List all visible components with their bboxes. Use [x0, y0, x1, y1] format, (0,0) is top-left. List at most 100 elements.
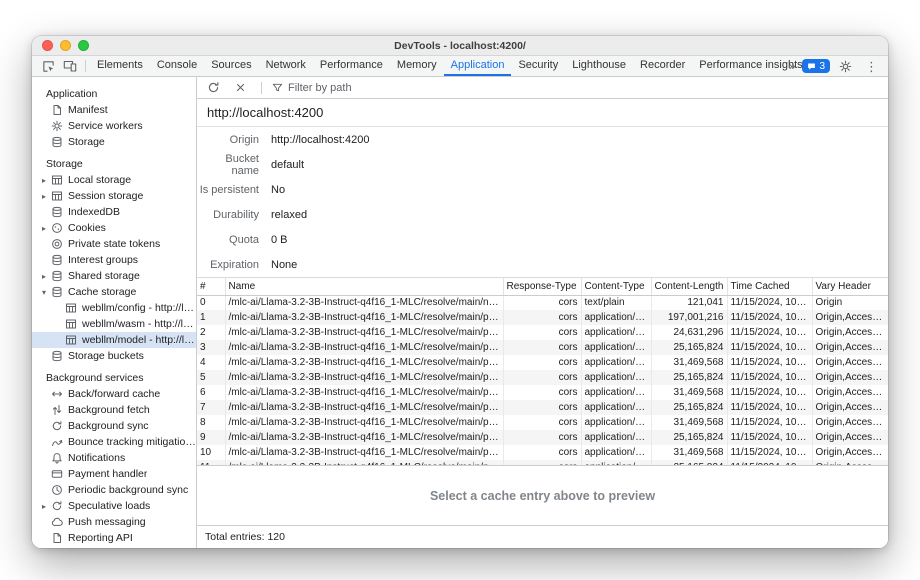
- cache-origin-title: http://localhost:4200: [197, 99, 888, 127]
- meta-value: No: [271, 184, 285, 196]
- column-header-content-length[interactable]: Content-Length: [651, 278, 727, 295]
- cell: /mlc-ai/Llama-3.2-3B-Instruct-q4f16_1-ML…: [225, 355, 503, 370]
- cache-entry-row[interactable]: 5/mlc-ai/Llama-3.2-3B-Instruct-q4f16_1-M…: [197, 370, 888, 385]
- cell: cors: [503, 325, 581, 340]
- sidebar-item-bounce-tracking-mitigations[interactable]: Bounce tracking mitigations: [32, 434, 196, 450]
- sidebar-item-label: Background fetch: [68, 404, 150, 416]
- expander-collapsed-icon[interactable]: ▸: [42, 192, 51, 201]
- cache-entry-row[interactable]: 1/mlc-ai/Llama-3.2-3B-Instruct-q4f16_1-M…: [197, 310, 888, 325]
- cache-entries-table: #NameResponse-TypeContent-TypeContent-Le…: [197, 278, 888, 465]
- cell: 8: [197, 415, 225, 430]
- cache-entries-grid: #NameResponse-TypeContent-TypeContent-Le…: [197, 277, 888, 465]
- sidebar-item-interest-groups[interactable]: Interest groups: [32, 252, 196, 268]
- cell: 24,631,296: [651, 325, 727, 340]
- sidebar-item-reporting-api[interactable]: Reporting API: [32, 530, 196, 546]
- cache-entry-row[interactable]: 4/mlc-ai/Llama-3.2-3B-Instruct-q4f16_1-M…: [197, 355, 888, 370]
- column-header-name[interactable]: Name: [225, 278, 503, 295]
- sidebar-item-label: Notifications: [68, 452, 125, 464]
- sidebar-item-notifications[interactable]: Notifications: [32, 450, 196, 466]
- sidebar-item-speculative-loads[interactable]: ▸Speculative loads: [32, 498, 196, 514]
- tab-console[interactable]: Console: [150, 56, 204, 76]
- tab-recorder[interactable]: Recorder: [633, 56, 692, 76]
- expander-collapsed-icon[interactable]: ▸: [42, 272, 51, 281]
- tab-security[interactable]: Security: [511, 56, 565, 76]
- column-header-vary-header[interactable]: Vary Header: [812, 278, 888, 295]
- kebab-menu-icon[interactable]: ⋮: [861, 60, 882, 73]
- sidebar-item-webllm-model-http-loc[interactable]: webllm/model - http://loc…: [32, 332, 196, 348]
- column-header-content-type[interactable]: Content-Type: [581, 278, 651, 295]
- tab-sources[interactable]: Sources: [204, 56, 258, 76]
- cache-entry-row[interactable]: 10/mlc-ai/Llama-3.2-3B-Instruct-q4f16_1-…: [197, 445, 888, 460]
- tab-label: Lighthouse: [572, 59, 626, 71]
- cache-entry-row[interactable]: 2/mlc-ai/Llama-3.2-3B-Instruct-q4f16_1-M…: [197, 325, 888, 340]
- sidebar-item-webllm-wasm-http-loca[interactable]: webllm/wasm - http://loca…: [32, 316, 196, 332]
- issues-badge[interactable]: 3: [802, 59, 830, 73]
- sidebar-item-push-messaging[interactable]: Push messaging: [32, 514, 196, 530]
- more-tabs-button[interactable]: »: [787, 59, 798, 73]
- sidebar-item-background-fetch[interactable]: Background fetch: [32, 402, 196, 418]
- close-button[interactable]: [42, 40, 53, 51]
- sidebar-item-background-sync[interactable]: Background sync: [32, 418, 196, 434]
- column-header-num[interactable]: #: [197, 278, 225, 295]
- sidebar-item-manifest[interactable]: Manifest: [32, 102, 196, 118]
- sidebar-item-service-workers[interactable]: Service workers: [32, 118, 196, 134]
- cache-metadata: Originhttp://localhost:4200Bucket namede…: [197, 127, 888, 277]
- cache-entry-row[interactable]: 7/mlc-ai/Llama-3.2-3B-Instruct-q4f16_1-M…: [197, 400, 888, 415]
- sidebar-item-label: Interest groups: [68, 254, 138, 266]
- tab-label: Console: [157, 59, 197, 71]
- inspect-element-button[interactable]: [38, 56, 59, 76]
- expander-expanded-icon[interactable]: ▾: [42, 288, 51, 297]
- minimize-button[interactable]: [60, 40, 71, 51]
- cache-entry-row[interactable]: 6/mlc-ai/Llama-3.2-3B-Instruct-q4f16_1-M…: [197, 385, 888, 400]
- expander-collapsed-icon[interactable]: ▸: [42, 176, 51, 185]
- tab-network[interactable]: Network: [259, 56, 313, 76]
- sidebar-item-payment-handler[interactable]: Payment handler: [32, 466, 196, 482]
- bounce-tracking-icon: [51, 436, 63, 448]
- tab-elements[interactable]: Elements: [90, 56, 150, 76]
- expander-collapsed-icon[interactable]: ▸: [42, 502, 51, 511]
- private-state-tokens-icon: [51, 238, 63, 250]
- device-toolbar-button[interactable]: [59, 56, 81, 76]
- sidebar-item-indexeddb[interactable]: IndexedDB: [32, 204, 196, 220]
- cache-entry-row[interactable]: 8/mlc-ai/Llama-3.2-3B-Instruct-q4f16_1-M…: [197, 415, 888, 430]
- cell: text/plain: [581, 295, 651, 310]
- cell: Origin,Access…: [812, 325, 888, 340]
- cell: application/oc…: [581, 325, 651, 340]
- sidebar-item-cache-storage[interactable]: ▾Cache storage: [32, 284, 196, 300]
- sidebar-item-label: Storage: [68, 136, 105, 148]
- column-header-response-type[interactable]: Response-Type: [503, 278, 581, 295]
- cell: application/oc…: [581, 415, 651, 430]
- back-forward-cache-icon: [51, 388, 63, 400]
- cell: 3: [197, 340, 225, 355]
- cell: Origin,Access…: [812, 370, 888, 385]
- cell: /mlc-ai/Llama-3.2-3B-Instruct-q4f16_1-ML…: [225, 430, 503, 445]
- sidebar-item-webllm-config-http-loc[interactable]: webllm/config - http://loc…: [32, 300, 196, 316]
- zoom-button[interactable]: [78, 40, 89, 51]
- sidebar-item-periodic-background-sync[interactable]: Periodic background sync: [32, 482, 196, 498]
- sidebar-item-private-state-tokens[interactable]: Private state tokens: [32, 236, 196, 252]
- settings-gear-icon[interactable]: [835, 60, 856, 73]
- cache-entry-row[interactable]: 3/mlc-ai/Llama-3.2-3B-Instruct-q4f16_1-M…: [197, 340, 888, 355]
- sidebar-item-shared-storage[interactable]: ▸Shared storage: [32, 268, 196, 284]
- filter-by-path-input[interactable]: [288, 82, 428, 94]
- sidebar-item-cookies[interactable]: ▸Cookies: [32, 220, 196, 236]
- expander-collapsed-icon[interactable]: ▸: [42, 224, 51, 233]
- cell: /mlc-ai/Llama-3.2-3B-Instruct-q4f16_1-ML…: [225, 385, 503, 400]
- sidebar-item-session-storage[interactable]: ▸Session storage: [32, 188, 196, 204]
- sidebar-item-local-storage[interactable]: ▸Local storage: [32, 172, 196, 188]
- tab-memory[interactable]: Memory: [390, 56, 444, 76]
- cache-entry-row[interactable]: 9/mlc-ai/Llama-3.2-3B-Instruct-q4f16_1-M…: [197, 430, 888, 445]
- sidebar-item-back-forward-cache[interactable]: Back/forward cache: [32, 386, 196, 402]
- column-header-time-cached[interactable]: Time Cached: [727, 278, 812, 295]
- tab-application[interactable]: Application: [444, 56, 512, 76]
- table-header-row: #NameResponse-TypeContent-TypeContent-Le…: [197, 278, 888, 295]
- sidebar-item-storage-buckets[interactable]: Storage buckets: [32, 348, 196, 364]
- cell: 11/15/2024, 10…: [727, 430, 812, 445]
- refresh-button[interactable]: [203, 81, 224, 94]
- cache-entry-row[interactable]: 0/mlc-ai/Llama-3.2-3B-Instruct-q4f16_1-M…: [197, 295, 888, 310]
- delete-selected-button[interactable]: [230, 81, 251, 94]
- sidebar-item-storage[interactable]: Storage: [32, 134, 196, 150]
- tab-performance[interactable]: Performance: [313, 56, 390, 76]
- tab-lighthouse[interactable]: Lighthouse: [565, 56, 633, 76]
- cell: 4: [197, 355, 225, 370]
